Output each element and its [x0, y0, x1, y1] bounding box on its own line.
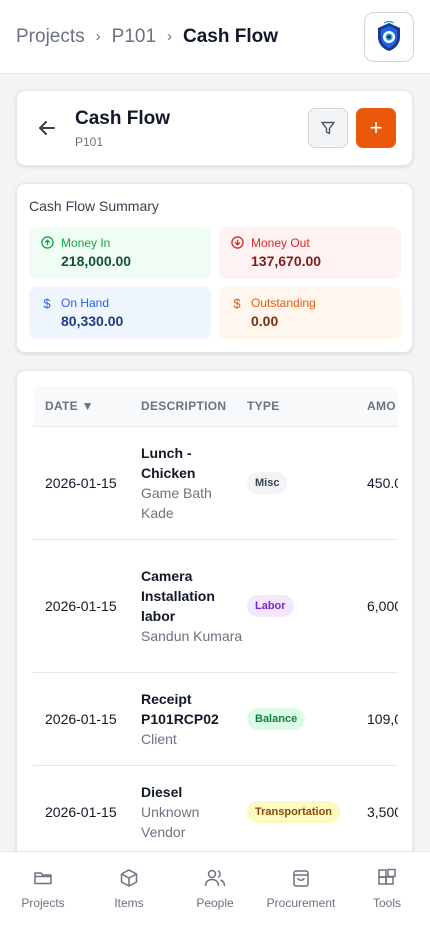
summary-grid: Money In 218,000.00 Money Out 137,670.00… [29, 227, 401, 339]
row-description: Camera Installation labor Sandun Kumara [141, 566, 247, 646]
nav-procurement[interactable]: Procurement [261, 868, 341, 932]
column-header-description: DESCRIPTION [141, 399, 227, 413]
money-out-value: 137,670.00 [251, 253, 322, 269]
shopping-bag-icon [293, 870, 309, 887]
row-type: Transportation [247, 801, 367, 823]
breadcrumb: Projects › P101 › Cash Flow [16, 26, 364, 48]
dollar-icon: $ [43, 296, 51, 311]
shield-logo-icon [378, 20, 400, 51]
row-description: Receipt P101RCP02 Client [141, 689, 247, 749]
outstanding-label: Outstanding [251, 296, 316, 310]
chevron-right-icon: › [95, 28, 101, 45]
filter-icon [321, 121, 335, 135]
arrow-up-circle-icon [39, 236, 55, 249]
arrow-down-circle-icon [229, 236, 245, 249]
money-out-label: Money Out [251, 236, 310, 250]
box-icon [120, 869, 138, 887]
users-icon [204, 869, 226, 887]
row-amount: 450.0 [367, 475, 398, 491]
column-header-date[interactable]: DATE ▼ [33, 399, 141, 413]
transactions-table[interactable]: DATE ▼ DESCRIPTION TYPE AMO 2026-01-15 L… [33, 386, 398, 859]
breadcrumb-project[interactable]: P101 [112, 26, 156, 48]
summary-title: Cash Flow Summary [29, 198, 159, 214]
type-badge: Balance [247, 708, 306, 730]
on-hand-stat: $ On Hand 80,330.00 [29, 287, 211, 339]
nav-items[interactable]: Items [89, 868, 169, 932]
page-title: Cash Flow [75, 107, 171, 129]
row-description-title: Diesel [141, 784, 183, 800]
column-header-amount: AMO [367, 399, 396, 413]
breadcrumb-projects[interactable]: Projects [16, 26, 85, 48]
row-description-vendor: Sandun Kumara [141, 628, 243, 644]
dollar-icon: $ [233, 296, 241, 311]
row-date: 2026-01-15 [45, 598, 117, 614]
table-row[interactable]: 2026-01-15 Diesel Unknown Vendor Transpo… [33, 766, 398, 859]
type-badge: Transportation [247, 801, 341, 823]
plus-icon: + [369, 115, 383, 140]
money-in-stat: Money In 218,000.00 [29, 227, 211, 279]
money-out-stat: Money Out 137,670.00 [219, 227, 401, 279]
row-date: 2026-01-15 [45, 804, 117, 820]
outstanding-stat: $ Outstanding 0.00 [219, 287, 401, 339]
money-in-value: 218,000.00 [61, 253, 132, 269]
row-description-vendor: Client [141, 731, 177, 747]
money-in-label: Money In [61, 236, 111, 250]
bottom-navigation: Projects Items People Procurement Tools [0, 851, 430, 932]
row-description-vendor: Game Bath Kade [141, 485, 212, 521]
filter-button[interactable] [308, 108, 348, 148]
chevron-right-icon: › [167, 28, 173, 45]
add-button[interactable]: + [356, 108, 396, 148]
row-description-title: Receipt P101RCP02 [141, 691, 219, 727]
arrow-left-icon [39, 121, 55, 135]
row-description-vendor: Unknown Vendor [141, 804, 200, 840]
table-row[interactable]: 2026-01-15 Receipt P101RCP02 Client Bala… [33, 673, 398, 766]
type-badge: Misc [247, 472, 288, 494]
row-type: Misc [247, 472, 367, 494]
cash-flow-summary-card: Cash Flow Summary Money In 218,000.00 Mo… [16, 183, 413, 353]
row-amount: 3,500 [367, 804, 398, 820]
page-subtitle: P101 [75, 134, 104, 149]
back-button[interactable] [35, 116, 59, 140]
nav-tools[interactable]: Tools [347, 868, 427, 932]
column-header-type: TYPE [247, 399, 280, 413]
row-description-title: Lunch - Chicken [141, 445, 196, 481]
row-amount: 6,000 [367, 598, 398, 614]
table-row[interactable]: 2026-01-15 Camera Installation labor San… [33, 540, 398, 673]
nav-people[interactable]: People [175, 868, 255, 932]
app-logo-button[interactable] [364, 11, 414, 62]
top-bar: Projects › P101 › Cash Flow [0, 0, 430, 74]
row-description: Diesel Unknown Vendor [141, 782, 247, 842]
nav-projects-label: Projects [21, 896, 65, 910]
nav-tools-label: Tools [372, 896, 401, 910]
row-description: Lunch - Chicken Game Bath Kade [141, 443, 247, 523]
page-header-card: Cash Flow P101 + [16, 90, 413, 166]
row-date: 2026-01-15 [45, 475, 117, 491]
title-group: Cash Flow P101 [75, 108, 308, 149]
folder-icon [34, 872, 52, 885]
nav-procurement-label: Procurement [266, 896, 336, 910]
nav-people-label: People [196, 896, 234, 910]
on-hand-value: 80,330.00 [61, 313, 124, 329]
table-header: DATE ▼ DESCRIPTION TYPE AMO [33, 386, 398, 427]
table-row[interactable]: 2026-01-15 Lunch - Chicken Game Bath Kad… [33, 427, 398, 540]
row-type: Labor [247, 595, 367, 617]
blocks-icon [378, 868, 396, 885]
nav-items-label: Items [114, 896, 144, 910]
nav-projects[interactable]: Projects [3, 868, 83, 932]
transactions-table-card: DATE ▼ DESCRIPTION TYPE AMO 2026-01-15 L… [16, 370, 413, 890]
breadcrumb-current: Cash Flow [183, 25, 279, 47]
row-type: Balance [247, 708, 367, 730]
row-date: 2026-01-15 [45, 711, 117, 727]
row-description-title: Camera Installation labor [141, 568, 215, 624]
on-hand-label: On Hand [61, 296, 110, 310]
row-amount: 109,0 [367, 711, 398, 727]
type-badge: Labor [247, 595, 294, 617]
outstanding-value: 0.00 [251, 313, 279, 329]
